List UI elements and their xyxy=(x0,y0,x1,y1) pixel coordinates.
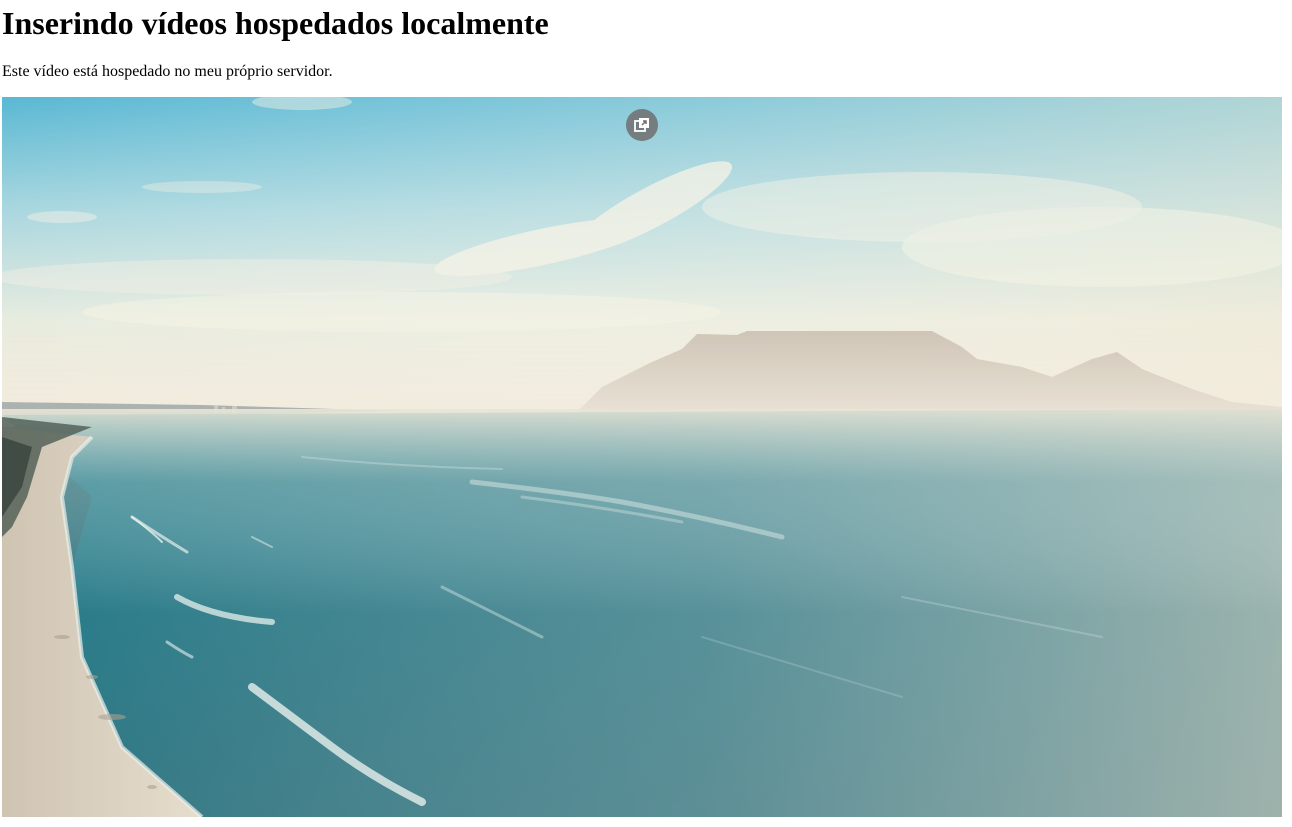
picture-in-picture-button[interactable] xyxy=(626,109,658,141)
page-description: Este vídeo está hospedado no meu próprio… xyxy=(2,63,333,80)
video-player[interactable] xyxy=(2,97,1282,817)
video-frame xyxy=(2,97,1282,817)
picture-in-picture-icon xyxy=(634,118,649,132)
page-title: Inserindo vídeos hospedados localmente xyxy=(2,5,549,41)
